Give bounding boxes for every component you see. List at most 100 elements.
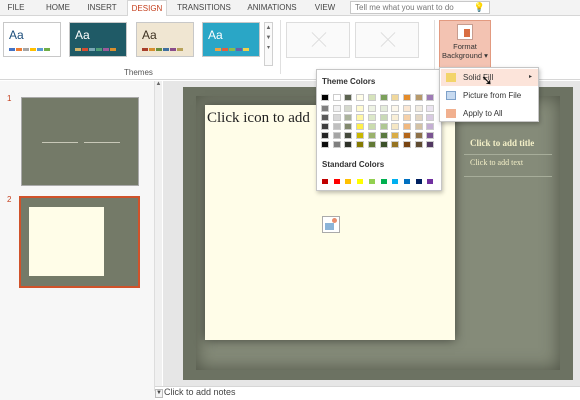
- theme-color-swatch[interactable]: [356, 141, 365, 148]
- theme-color-swatch[interactable]: [414, 105, 423, 112]
- theme-color-swatch[interactable]: [426, 132, 435, 139]
- standard-color-swatch[interactable]: [321, 178, 329, 185]
- menu-item-picture-from-file[interactable]: Picture from File: [441, 87, 538, 104]
- tab-home[interactable]: HOME: [38, 0, 78, 16]
- theme-color-swatch[interactable]: [391, 132, 400, 139]
- standard-color-swatch[interactable]: [356, 178, 365, 185]
- theme-color-swatch[interactable]: [321, 141, 329, 148]
- theme-thumbnail-4[interactable]: Aa: [202, 22, 260, 57]
- notes-toggle-icon[interactable]: ▼: [155, 389, 163, 398]
- standard-color-swatch[interactable]: [402, 178, 411, 185]
- theme-color-swatch[interactable]: [367, 123, 376, 130]
- theme-color-swatch[interactable]: [332, 132, 341, 139]
- tab-transitions[interactable]: TRANSITIONS: [172, 0, 236, 16]
- scroll-up-icon[interactable]: ▲: [155, 81, 162, 87]
- menu-item-apply-to-all[interactable]: Apply to All: [441, 105, 538, 122]
- theme-color-swatch[interactable]: [379, 105, 388, 112]
- theme-color-swatch[interactable]: [402, 123, 411, 130]
- standard-color-swatch[interactable]: [426, 178, 435, 185]
- chevron-down-icon[interactable]: ▼: [265, 33, 272, 43]
- variant-thumbnail-1[interactable]: [286, 22, 350, 58]
- theme-color-swatch[interactable]: [344, 114, 353, 121]
- theme-thumbnail-3[interactable]: Aa: [136, 22, 194, 57]
- text-placeholder[interactable]: Click to add text: [470, 158, 523, 167]
- theme-color-swatch[interactable]: [367, 132, 376, 139]
- theme-color-swatch[interactable]: [356, 123, 365, 130]
- tab-file[interactable]: FILE: [2, 0, 30, 16]
- standard-color-swatch[interactable]: [391, 178, 400, 185]
- theme-color-swatch[interactable]: [367, 114, 376, 121]
- theme-color-swatch[interactable]: [414, 114, 423, 121]
- theme-color-swatch[interactable]: [332, 105, 341, 112]
- theme-color-swatch[interactable]: [332, 123, 341, 130]
- theme-color-swatch[interactable]: [426, 141, 435, 148]
- notes-placeholder[interactable]: Click to add notes: [164, 387, 236, 397]
- theme-color-swatch[interactable]: [332, 94, 341, 101]
- chevron-up-icon[interactable]: ▲: [265, 23, 272, 33]
- theme-color-swatch[interactable]: [344, 105, 353, 112]
- standard-color-swatch[interactable]: [367, 178, 376, 185]
- variant-thumbnail-2[interactable]: [355, 22, 419, 58]
- theme-color-swatch[interactable]: [426, 114, 435, 121]
- theme-color-swatch[interactable]: [344, 123, 353, 130]
- theme-color-swatch[interactable]: [379, 114, 388, 121]
- theme-color-swatch[interactable]: [414, 123, 423, 130]
- theme-color-swatch[interactable]: [391, 114, 400, 121]
- tab-view[interactable]: VIEW: [308, 0, 342, 16]
- theme-color-swatch[interactable]: [356, 114, 365, 121]
- standard-color-swatch[interactable]: [344, 178, 353, 185]
- theme-color-swatch[interactable]: [321, 94, 329, 101]
- theme-color-swatch[interactable]: [414, 132, 423, 139]
- theme-color-swatch[interactable]: [321, 123, 329, 130]
- theme-color-swatch[interactable]: [414, 141, 423, 148]
- thumbnail-scrollbar[interactable]: ▲: [154, 81, 162, 391]
- theme-color-swatch[interactable]: [344, 94, 353, 101]
- theme-thumbnail-2[interactable]: Aa: [69, 22, 127, 57]
- theme-color-swatch[interactable]: [321, 132, 329, 139]
- themes-gallery-scroll[interactable]: ▲ ▼ ▾: [264, 22, 273, 66]
- theme-color-swatch[interactable]: [391, 105, 400, 112]
- slide-thumbnail-2[interactable]: [19, 196, 140, 288]
- theme-color-swatch[interactable]: [426, 105, 435, 112]
- theme-color-swatch[interactable]: [379, 141, 388, 148]
- theme-color-swatch[interactable]: [414, 94, 423, 101]
- title-placeholder[interactable]: Click to add title: [470, 138, 534, 148]
- standard-color-swatch[interactable]: [414, 178, 423, 185]
- theme-color-swatch[interactable]: [367, 105, 376, 112]
- theme-color-swatch[interactable]: [367, 141, 376, 148]
- theme-color-swatch[interactable]: [356, 132, 365, 139]
- theme-color-swatch[interactable]: [402, 105, 411, 112]
- slide-thumbnail-1[interactable]: [21, 97, 139, 186]
- more-icon[interactable]: ▾: [265, 43, 272, 53]
- theme-color-swatch[interactable]: [391, 141, 400, 148]
- theme-color-swatch[interactable]: [426, 123, 435, 130]
- theme-color-swatch[interactable]: [379, 123, 388, 130]
- insert-picture-icon[interactable]: [322, 216, 340, 233]
- theme-color-swatch[interactable]: [332, 141, 341, 148]
- menu-item-label: Picture from File: [463, 91, 522, 100]
- theme-color-swatch[interactable]: [356, 94, 365, 101]
- theme-color-swatch[interactable]: [391, 94, 400, 101]
- theme-color-swatch[interactable]: [402, 114, 411, 121]
- theme-color-swatch[interactable]: [391, 123, 400, 130]
- theme-thumbnail-1[interactable]: Aa: [3, 22, 61, 57]
- tab-insert[interactable]: INSERT: [80, 0, 124, 16]
- theme-color-swatch[interactable]: [356, 105, 365, 112]
- theme-color-swatch[interactable]: [344, 132, 353, 139]
- theme-color-swatch[interactable]: [402, 94, 411, 101]
- theme-color-swatch[interactable]: [379, 94, 388, 101]
- standard-color-swatch[interactable]: [379, 178, 388, 185]
- tell-me-search-box[interactable]: Tell me what you want to do 💡: [350, 1, 490, 14]
- theme-color-swatch[interactable]: [379, 132, 388, 139]
- theme-color-swatch[interactable]: [344, 141, 353, 148]
- theme-color-swatch[interactable]: [426, 94, 435, 101]
- theme-color-swatch[interactable]: [321, 105, 329, 112]
- theme-color-swatch[interactable]: [321, 114, 329, 121]
- theme-color-swatch[interactable]: [402, 132, 411, 139]
- theme-color-swatch[interactable]: [367, 94, 376, 101]
- theme-color-swatch[interactable]: [332, 114, 341, 121]
- theme-color-swatch[interactable]: [402, 141, 411, 148]
- tab-design[interactable]: DESIGN: [127, 0, 167, 17]
- standard-color-swatch[interactable]: [332, 178, 341, 185]
- tab-animations[interactable]: ANIMATIONS: [240, 0, 304, 16]
